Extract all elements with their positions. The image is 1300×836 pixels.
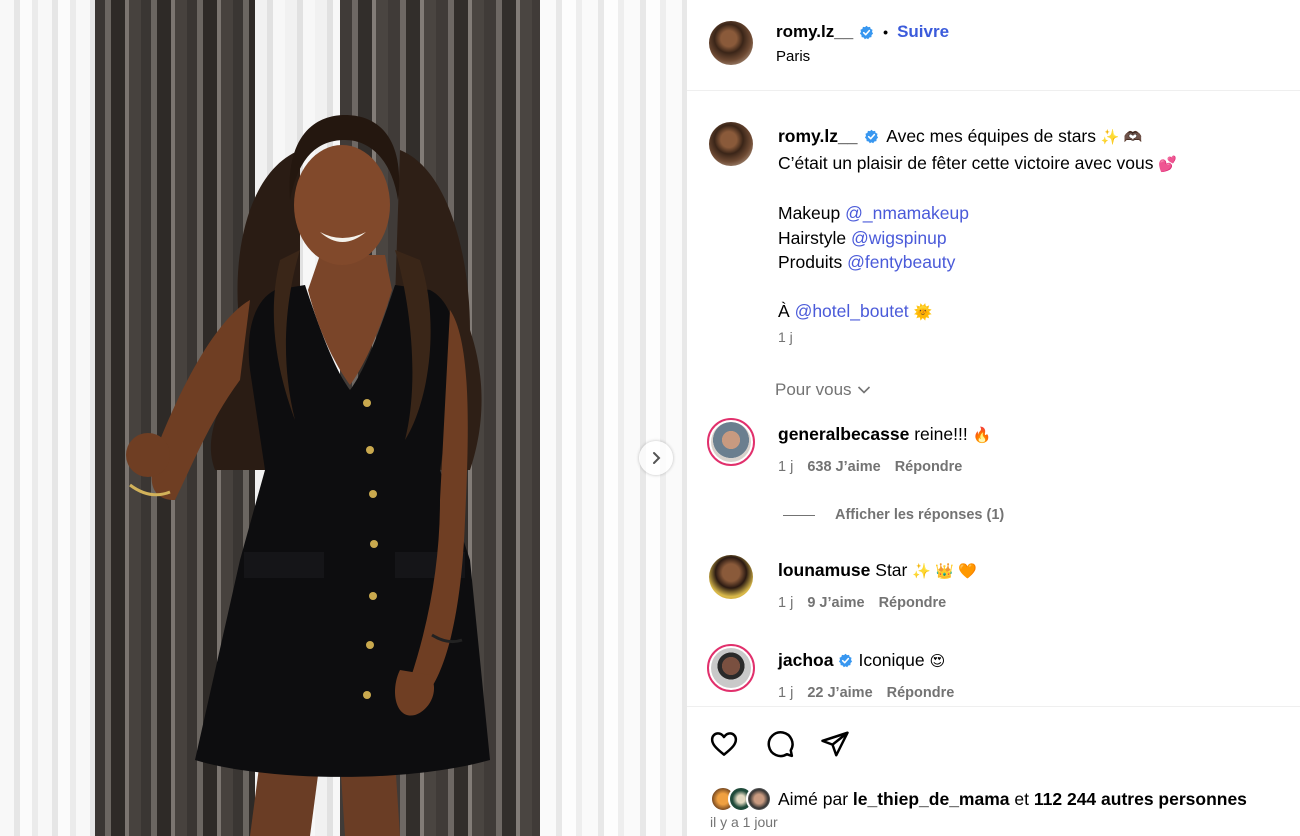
next-photo-button[interactable]: [639, 441, 673, 475]
post-actions-bar: Aimé par le_thiep_de_mama et 112 244 aut…: [687, 706, 1300, 836]
caption-username[interactable]: romy.lz__: [778, 126, 857, 146]
verified-badge-icon: [860, 25, 874, 39]
hairstyle-mention-link[interactable]: @wigspinup: [851, 228, 947, 248]
caption-author-avatar[interactable]: [709, 122, 753, 166]
chevron-right-icon: [653, 452, 661, 464]
replies-divider: [783, 514, 815, 516]
author-row: romy.lz__ • Suivre: [776, 22, 949, 42]
caption-line-2: C’était un plaisir de fêter cette victoi…: [778, 152, 1154, 173]
for-you-filter[interactable]: Pour vous: [775, 380, 871, 400]
instagram-post-view: romy.lz__ • Suivre Paris romy.lz__ Avec …: [0, 0, 1300, 836]
venue-label: À: [778, 300, 790, 321]
view-replies-label: Afficher les réponses (1): [835, 507, 1005, 523]
makeup-label: Makeup: [778, 203, 841, 223]
makeup-mention-link[interactable]: @_nmamakeup: [845, 203, 969, 223]
comment-likes[interactable]: 638 J’aime: [807, 459, 880, 475]
commenter-avatar[interactable]: [707, 644, 755, 692]
view-replies-button[interactable]: Afficher les réponses (1): [783, 507, 1004, 523]
comment-username[interactable]: lounamuse: [778, 560, 870, 580]
commenter-avatar[interactable]: [707, 418, 755, 466]
liked-by-others[interactable]: 112 244 autres personnes: [1034, 789, 1247, 809]
post-photo[interactable]: [0, 0, 687, 836]
comment-meta: 1 j 9 J’aime Répondre: [778, 595, 946, 611]
comment-likes[interactable]: 9 J’aime: [807, 595, 864, 611]
products-label: Produits: [778, 252, 843, 272]
comment-icon[interactable]: [765, 729, 795, 759]
comment-time: 1 j: [778, 459, 794, 475]
comment-likes[interactable]: 22 J’aime: [807, 685, 872, 701]
comment-username[interactable]: jachoa: [778, 650, 833, 671]
products-mention-link[interactable]: @fentybeauty: [847, 252, 955, 272]
dot-separator: •: [883, 24, 889, 40]
comment-body: Star: [875, 560, 908, 580]
liked-by-prefix: Aimé par: [778, 788, 849, 809]
heart-icon[interactable]: [709, 729, 739, 759]
comment-emoji: ✨ 👑 🧡: [912, 563, 977, 580]
share-icon[interactable]: [820, 729, 850, 759]
hairstyle-label: Hairstyle: [778, 227, 847, 248]
comment-body: Iconique: [858, 650, 925, 670]
liked-by-summary: Aimé par le_thiep_de_mama et 112 244 aut…: [710, 786, 1247, 812]
follow-button[interactable]: Suivre: [897, 22, 949, 42]
for-you-label: Pour vous: [775, 380, 852, 399]
liked-by-text: Aimé par le_thiep_de_mama et 112 244 aut…: [778, 789, 1247, 810]
comment-username[interactable]: generalbecasse: [778, 424, 909, 444]
comment-time: 1 j: [778, 685, 794, 701]
post-timestamp[interactable]: il y a 1 jour: [710, 814, 778, 830]
comment-text: generalbecasse reine!!! 🔥: [778, 424, 991, 445]
caption-line-1: Avec mes équipes de stars: [886, 126, 1097, 146]
liked-by-user[interactable]: le_thiep_de_mama: [853, 789, 1010, 809]
comment-emoji: 🔥: [972, 427, 992, 444]
liked-by-connector: et: [1014, 788, 1029, 809]
comment-text: jachoa Iconique 😍: [778, 650, 945, 671]
caption-line-2-emoji: 💕: [1158, 155, 1178, 173]
comment-body: reine!!!: [914, 424, 968, 444]
reply-button[interactable]: Répondre: [887, 685, 955, 701]
author-username[interactable]: romy.lz__: [776, 22, 853, 42]
post-header: romy.lz__ • Suivre Paris: [687, 0, 1300, 91]
comment-meta: 1 j 22 J’aime Répondre: [778, 685, 954, 701]
commenter-photo: [711, 422, 751, 462]
verified-badge-icon: [839, 653, 853, 668]
post-location[interactable]: Paris: [776, 48, 810, 65]
author-avatar[interactable]: [709, 21, 753, 65]
commenter-avatar[interactable]: [709, 555, 753, 599]
caption-time: 1 j: [778, 329, 793, 345]
chevron-down-icon: [857, 386, 870, 394]
liker-avatar[interactable]: [746, 786, 772, 812]
comment-text: lounamuse Star ✨ 👑 🧡: [778, 560, 977, 581]
venue-mention-link[interactable]: @hotel_boutet: [795, 301, 909, 321]
caption-line-1-emojis: ✨ 🫶🏿: [1100, 129, 1143, 146]
post-side-panel: romy.lz__ • Suivre Paris romy.lz__ Avec …: [687, 0, 1300, 836]
caption-text: romy.lz__ Avec mes équipes de stars ✨ 🫶🏿…: [778, 124, 1278, 325]
comment-meta: 1 j 638 J’aime Répondre: [778, 459, 962, 475]
woman-in-black-dress: [126, 115, 490, 836]
comment-time: 1 j: [778, 595, 794, 611]
liker-avatars: [710, 786, 772, 812]
comment-emoji: 😍: [929, 652, 946, 670]
reply-button[interactable]: Répondre: [879, 595, 947, 611]
venue-emoji: 🌞: [913, 303, 933, 321]
verified-badge-icon: [865, 129, 879, 144]
commenter-photo: [711, 648, 751, 688]
reply-button[interactable]: Répondre: [895, 459, 963, 475]
